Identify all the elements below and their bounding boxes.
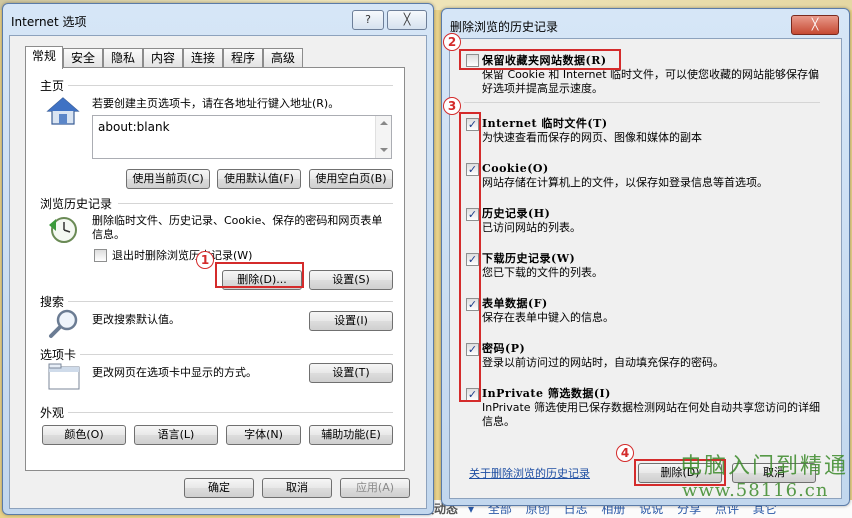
tab-programs[interactable]: 程序: [223, 48, 263, 68]
annotation-marker-3: 3: [443, 97, 461, 115]
home-desc: 若要创建主页选项卡，请在各地址行键入地址(R)。: [92, 97, 340, 110]
home-url-text: about:blank: [98, 120, 170, 134]
help-button[interactable]: ?: [352, 10, 384, 30]
divider: [464, 102, 820, 103]
history-heading: 浏览历史记录: [40, 197, 113, 211]
internet-options-dialog: Internet 选项 ? ╳ 常规 安全 隐私 内容 连接 程序 高级 主页 …: [2, 3, 434, 515]
annotation-box-checkboxes: [459, 112, 481, 402]
about-delete-history-link[interactable]: 关于删除浏览的历史记录: [469, 465, 590, 481]
annotation-marker-2: 2: [443, 33, 461, 51]
use-default-button[interactable]: 使用默认值(F): [217, 169, 301, 189]
history-settings-button[interactable]: 设置(S): [309, 270, 393, 290]
watermark-url: www.58116.cn: [682, 480, 829, 501]
history-clock-icon: [46, 215, 80, 245]
apply-button[interactable]: 应用(A): [340, 478, 410, 498]
history-desc: 已访问网站的列表。: [482, 221, 581, 234]
scroll-down-icon[interactable]: [380, 148, 388, 152]
delete-on-exit-checkbox[interactable]: [94, 249, 107, 262]
scroll-up-icon[interactable]: [380, 121, 388, 125]
tab-connections[interactable]: 连接: [183, 48, 223, 68]
preserve-favorites-desc: 保留 Cookie 和 Internet 临时文件，可以使您收藏的网站能够保存偏…: [482, 68, 819, 95]
tabs-window-icon: [48, 363, 80, 391]
tabs-settings-button[interactable]: 设置(T): [309, 363, 393, 383]
annotation-box-preserve: [459, 49, 621, 70]
dialog-title: Internet 选项: [11, 15, 87, 29]
tab-general[interactable]: 常规: [25, 46, 63, 69]
tabs-heading: 选项卡: [40, 348, 77, 362]
dialog-title: 删除浏览的历史记录: [450, 20, 559, 34]
passwords-desc: 登录以前访问过的网站时，自动填充保存的密码。: [482, 356, 724, 369]
annotation-marker-1: 1: [196, 251, 214, 269]
inprivate-label[interactable]: InPrivate 筛选数据(I): [482, 387, 611, 401]
annotation-box-delete: [215, 262, 304, 288]
house-icon: [46, 96, 80, 126]
search-settings-button[interactable]: 设置(I): [309, 311, 393, 331]
home-heading: 主页: [40, 79, 65, 93]
languages-button[interactable]: 语言(L): [134, 425, 218, 445]
history-label[interactable]: 历史记录(H): [482, 207, 550, 221]
history-desc: 删除临时文件、历史记录、Cookie、保存的密码和网页表单信息。: [92, 214, 383, 241]
passwords-label[interactable]: 密码(P): [482, 342, 525, 356]
annotation-marker-4: 4: [616, 444, 634, 462]
divider: [118, 203, 393, 204]
tabs-desc: 更改网页在选项卡中显示的方式。: [92, 366, 257, 379]
tab-security[interactable]: 安全: [63, 48, 103, 68]
colors-button[interactable]: 颜色(O): [42, 425, 126, 445]
scrollbar[interactable]: [375, 116, 391, 158]
download-history-label[interactable]: 下载历史记录(W): [482, 252, 575, 266]
use-current-button[interactable]: 使用当前页(C): [126, 169, 210, 189]
delete-history-dialog: 删除浏览的历史记录 ╳ 保留收藏夹网站数据(R) 保留 Cookie 和 Int…: [441, 8, 850, 506]
download-history-desc: 您已下载的文件的列表。: [482, 266, 603, 279]
cookies-desc: 网站存储在计算机上的文件，以保存如登录信息等首选项。: [482, 176, 768, 189]
form-data-label[interactable]: 表单数据(F): [482, 297, 548, 311]
divider: [68, 85, 393, 86]
accessibility-button[interactable]: 辅助功能(E): [309, 425, 393, 445]
close-button[interactable]: ╳: [387, 10, 427, 30]
divider: [68, 412, 393, 413]
form-data-desc: 保存在表单中键入的信息。: [482, 311, 614, 324]
divider: [68, 301, 393, 302]
cancel-button[interactable]: 取消: [262, 478, 332, 498]
use-blank-button[interactable]: 使用空白页(B): [309, 169, 393, 189]
home-url-input[interactable]: about:blank: [92, 115, 392, 159]
temp-files-label[interactable]: Internet 临时文件(T): [482, 117, 608, 131]
divider: [80, 354, 393, 355]
temp-files-desc: 为快速查看而保存的网页、图像和媒体的副本: [482, 131, 702, 144]
delete-on-exit-label[interactable]: 退出时删除浏览历史记录(W): [112, 249, 252, 263]
tab-advanced[interactable]: 高级: [263, 48, 303, 68]
close-button[interactable]: ╳: [791, 15, 839, 35]
search-desc: 更改搜索默认值。: [92, 313, 180, 326]
watermark-title: 电脑入门到精通: [680, 454, 849, 479]
cookies-label[interactable]: Cookie(O): [482, 162, 549, 176]
tab-privacy[interactable]: 隐私: [103, 48, 143, 68]
ok-button[interactable]: 确定: [184, 478, 254, 498]
title-bar: 删除浏览的历史记录: [442, 9, 849, 39]
fonts-button[interactable]: 字体(N): [226, 425, 301, 445]
magnifier-icon: [48, 308, 80, 340]
tab-content[interactable]: 内容: [143, 48, 183, 68]
inprivate-desc: InPrivate 筛选使用已保存数据检测网站在何处自动共享您访问的详细信息。: [482, 401, 821, 428]
appearance-heading: 外观: [40, 406, 65, 420]
